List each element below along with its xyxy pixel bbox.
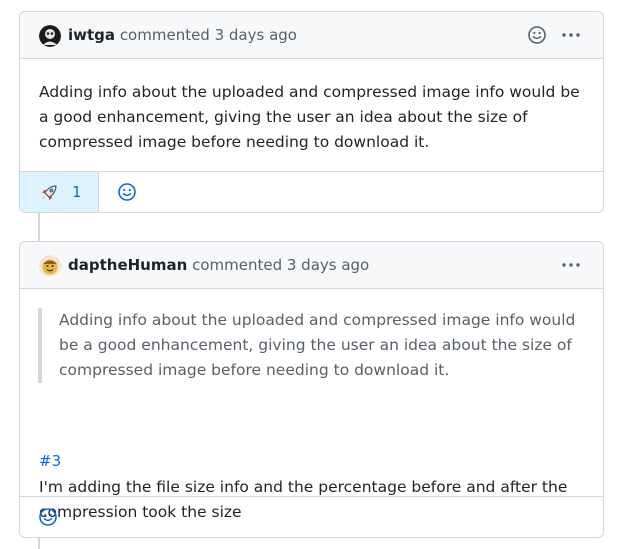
comment-header-text: daptheHuman commented 3 days ago (68, 255, 369, 275)
comment-header: iwtga commented 3 days ago (20, 12, 603, 59)
kebab-menu-icon[interactable] (560, 24, 582, 46)
add-reaction-icon[interactable] (116, 181, 138, 203)
author-name[interactable]: daptheHuman (68, 256, 187, 274)
comment-body-area: Adding info about the uploaded and compr… (20, 289, 603, 521)
comment-timestamp: commented 3 days ago (192, 256, 370, 274)
reaction-count: 1 (72, 183, 82, 201)
reactions-bar: 1 (20, 171, 603, 212)
timeline-connector (38, 213, 40, 241)
author-name[interactable]: iwtga (68, 26, 115, 44)
comment-header-text: iwtga commented 3 days ago (68, 25, 297, 45)
quoted-reply: Adding info about the uploaded and compr… (38, 308, 579, 383)
kebab-menu-icon[interactable] (560, 254, 582, 276)
comment-header: daptheHuman commented 3 days ago (20, 242, 603, 289)
smiley-icon[interactable] (526, 24, 548, 46)
avatar[interactable] (39, 25, 61, 47)
issue-reference-link[interactable]: #3 (39, 451, 61, 471)
comment-iwtga: iwtga commented 3 days ago Adding info a… (19, 11, 604, 213)
reactions-bar (20, 496, 603, 537)
reaction-rocket-button[interactable]: 1 (20, 172, 99, 212)
add-reaction-icon[interactable] (37, 506, 59, 528)
timeline-connector-bottom (38, 538, 40, 549)
comment-body: Adding info about the uploaded and compr… (39, 83, 580, 151)
rocket-icon (39, 183, 59, 203)
comment-daptheHuman: daptheHuman commented 3 days ago Adding … (19, 241, 604, 538)
comment-timestamp: commented 3 days ago (119, 26, 297, 44)
avatar[interactable] (39, 255, 61, 277)
